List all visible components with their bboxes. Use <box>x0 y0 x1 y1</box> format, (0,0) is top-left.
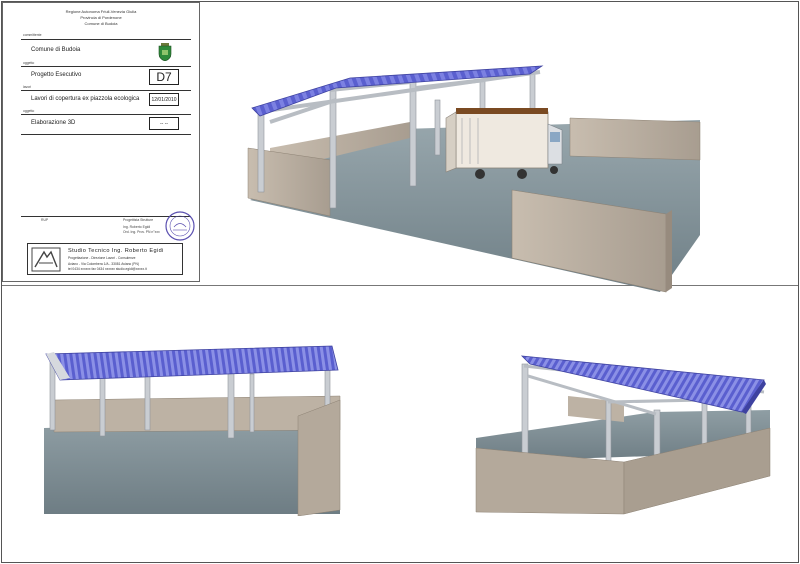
render-view-right <box>474 352 774 516</box>
work-title: Lavori di copertura ex piazzola ecologic… <box>31 96 140 102</box>
lavori-label: lavori <box>23 85 32 89</box>
rule-line <box>21 114 191 115</box>
studio-name: Studio Tecnico Ing. Roberto Egidi <box>68 248 164 254</box>
committente-label: committente <box>23 33 42 37</box>
rule-line <box>21 134 191 135</box>
revision: -- -- <box>149 117 179 130</box>
project-phase: Progetto Esecutivo <box>31 72 82 78</box>
title-block-header: Regione Autonoma Friuli-Venezia Giulia P… <box>3 9 199 27</box>
client-name: Comune di Budoia <box>31 47 81 53</box>
engineer-stamp-icon <box>165 211 195 241</box>
rule-line <box>21 66 191 67</box>
title-block: Regione Autonoma Friuli-Venezia Giulia P… <box>2 2 200 282</box>
studio-services: Progettazione - Direzione Lavori - Consu… <box>68 256 136 260</box>
rup-label: RUP <box>41 218 49 222</box>
designer-label: Progettista Strutture <box>123 218 154 222</box>
truck-graphic <box>445 108 563 179</box>
engineer-name: Ing. Roberto Egidi <box>123 225 151 229</box>
drawing-title: Elaborazione 3D <box>31 120 76 126</box>
studio-contacts: tel 0434 xxxxxx fax 0434 xxxxxx studio.e… <box>68 267 147 271</box>
engineer-order: Ord. Ing. Prov. PN n°xxx <box>123 230 160 234</box>
studio-address: Aviano - Via Colombera 1/A - 33081 Avian… <box>68 262 139 266</box>
municipal-crest-icon <box>158 43 172 61</box>
oggetto2-label: oggetto <box>23 109 35 113</box>
render-view-left <box>40 340 350 516</box>
header-municipality: Comune di Budoia <box>84 21 118 26</box>
rule-line <box>21 90 191 91</box>
rule-line <box>21 39 191 40</box>
studio-logo-icon <box>31 247 61 272</box>
render-view-main <box>230 60 710 296</box>
drawing-date: 12/01/2010 <box>149 93 179 106</box>
studio-box: Studio Tecnico Ing. Roberto Egidi Proget… <box>27 243 183 275</box>
oggetto-label: oggetto <box>23 61 35 65</box>
drawing-code: D7 <box>149 69 179 85</box>
